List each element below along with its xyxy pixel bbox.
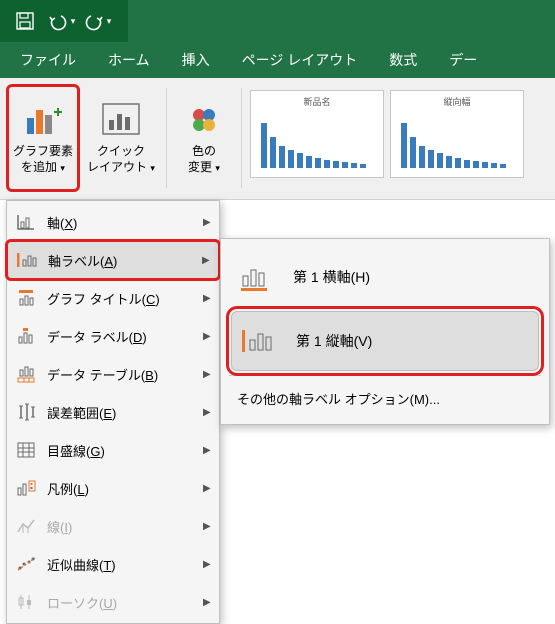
submenu-arrow-icon: ▶: [203, 331, 211, 342]
error-bars-icon: [15, 401, 37, 423]
menu-item-label: ローソク(U): [47, 593, 193, 612]
menubar: ファイル ホーム 挿入 ページ レイアウト 数式 デー: [0, 42, 555, 78]
lines-icon: [15, 515, 37, 537]
menu-item-chart-title[interactable]: グラフ タイトル(C) ▶: [7, 279, 219, 317]
undo-button[interactable]: ▾: [44, 4, 78, 38]
change-colors-button[interactable]: 色の変更 ▾: [175, 84, 233, 192]
chart-title-icon: [15, 287, 37, 309]
menu-item-gridlines[interactable]: 目盛線(G) ▶: [7, 431, 219, 469]
ribbon-separator: [166, 88, 167, 188]
horizontal-axis-icon: [237, 261, 275, 293]
primary-vertical-axis-item[interactable]: 第 1 縦軸(V): [231, 311, 539, 371]
redo-button[interactable]: ▾: [80, 4, 114, 38]
ribbon: グラフ要素を追加 ▾ クイックレイアウト ▾ 色の変更 ▾ 新品名 縦向幅: [0, 78, 555, 200]
axes-icon: [15, 211, 37, 233]
dropdown-caret-icon: ▾: [71, 16, 76, 27]
submenu-arrow-icon: ▶: [203, 521, 211, 532]
ribbon-separator: [241, 88, 242, 188]
tab-home[interactable]: ホーム: [108, 50, 150, 70]
submenu-arrow-icon: ▶: [203, 483, 211, 494]
add-chart-element-icon: [21, 100, 65, 140]
ribbon-label: クイックレイアウト ▾: [87, 144, 155, 175]
submenu-label: 第 1 縦軸(V): [296, 331, 372, 351]
undo-icon: [47, 11, 69, 31]
ribbon-label: 色の変更 ▾: [188, 144, 220, 175]
menu-item-error-bars[interactable]: 誤差範囲(E) ▶: [7, 393, 219, 431]
menu-item-label: 線(I): [47, 517, 193, 536]
primary-horizontal-axis-item[interactable]: 第 1 横軸(H): [221, 247, 549, 307]
trendline-icon: [15, 553, 37, 575]
submenu-arrow-icon: ▶: [203, 559, 211, 570]
tab-insert[interactable]: 挿入: [182, 50, 210, 70]
dropdown-caret-icon: ▾: [107, 16, 112, 27]
updown-bars-icon: [15, 591, 37, 613]
menu-item-axes[interactable]: 軸(X) ▶: [7, 203, 219, 241]
quick-layout-icon: [99, 100, 143, 140]
bar-chart-icon: [255, 112, 379, 168]
tab-formulas[interactable]: 数式: [389, 50, 417, 70]
submenu-arrow-icon: ▶: [203, 293, 211, 304]
menu-item-updown-bars: ローソク(U) ▶: [7, 583, 219, 621]
axis-labels-submenu: 第 1 横軸(H) 第 1 縦軸(V) その他の軸ラベル オプション(M)...: [220, 238, 550, 425]
menu-item-label: データ テーブル(B): [47, 365, 193, 384]
menu-item-data-table[interactable]: データ テーブル(B) ▶: [7, 355, 219, 393]
tab-data[interactable]: デー: [449, 50, 477, 70]
menu-item-label: 軸(X): [47, 213, 193, 232]
menu-item-label: グラフ タイトル(C): [47, 289, 193, 308]
gridlines-icon: [15, 439, 37, 461]
save-button[interactable]: [8, 4, 42, 38]
legend-icon: [15, 477, 37, 499]
menu-item-data-label[interactable]: データ ラベル(D) ▶: [7, 317, 219, 355]
submenu-arrow-icon: ▶: [203, 445, 211, 456]
ribbon-label: グラフ要素を追加 ▾: [13, 144, 73, 175]
bar-chart-icon: [395, 112, 519, 168]
menu-item-label: 凡例(L): [47, 479, 193, 498]
thumbnail-title: 新品名: [303, 95, 330, 108]
thumbnail-title: 縦向幅: [443, 95, 470, 108]
menu-item-label: 目盛線(G): [47, 441, 193, 460]
save-icon: [15, 11, 35, 31]
more-axis-label-options-item[interactable]: その他の軸ラベル オプション(M)...: [221, 380, 549, 416]
data-table-icon: [15, 363, 37, 385]
axis-label-icon: [16, 249, 38, 271]
submenu-label: 第 1 横軸(H): [293, 267, 370, 287]
quick-layout-button[interactable]: クイックレイアウト ▾: [84, 84, 158, 192]
chart-element-dropdown: 軸(X)▶軸ラベル(A)▶グラフ タイトル(C)▶データ ラベル(D)▶データ …: [6, 200, 220, 624]
submenu-label: その他の軸ラベル オプション(M)...: [237, 389, 440, 408]
data-label-icon: [15, 325, 37, 347]
menu-item-legend[interactable]: 凡例(L) ▶: [7, 469, 219, 507]
tab-file[interactable]: ファイル: [20, 50, 76, 70]
vertical-axis-icon: [240, 325, 278, 357]
redo-icon: [83, 11, 105, 31]
menu-item-label: 近似曲線(T): [47, 555, 193, 574]
submenu-arrow-icon: ▶: [203, 217, 211, 228]
add-chart-element-button[interactable]: グラフ要素を追加 ▾: [6, 84, 80, 192]
submenu-arrow-icon: ▶: [202, 255, 210, 266]
chart-styles-gallery: 新品名 縦向幅: [250, 84, 524, 178]
submenu-arrow-icon: ▶: [203, 597, 211, 608]
tab-page-layout[interactable]: ページ レイアウト: [242, 50, 358, 70]
menu-item-label: データ ラベル(D): [47, 327, 193, 346]
menu-item-label: 軸ラベル(A): [48, 251, 192, 270]
submenu-arrow-icon: ▶: [203, 369, 211, 380]
submenu-separator: [229, 375, 541, 376]
menu-item-axis-label[interactable]: 軸ラベル(A) ▶: [7, 241, 219, 279]
quick-access-toolbar: ▾ ▾: [0, 0, 555, 42]
menu-item-trendline[interactable]: 近似曲線(T) ▶: [7, 545, 219, 583]
submenu-arrow-icon: ▶: [203, 407, 211, 418]
chart-style-thumbnail[interactable]: 縦向幅: [390, 90, 524, 178]
chart-style-thumbnail[interactable]: 新品名: [250, 90, 384, 178]
menu-item-lines: 線(I) ▶: [7, 507, 219, 545]
change-colors-icon: [182, 100, 226, 140]
titlebar-spacer: [128, 0, 555, 42]
menu-item-label: 誤差範囲(E): [47, 403, 193, 422]
